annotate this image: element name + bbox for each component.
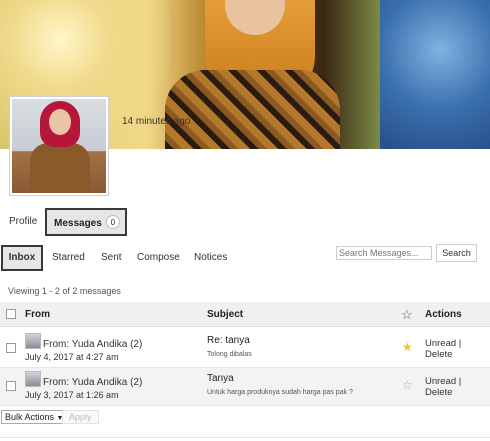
column-from: From bbox=[25, 309, 50, 320]
message-excerpt: Tolong dibalas bbox=[207, 351, 252, 358]
column-actions: Actions bbox=[425, 309, 462, 320]
star-filled-icon[interactable]: ★ bbox=[402, 341, 413, 353]
sender-name[interactable]: From: Yuda Andika (2) bbox=[43, 339, 142, 350]
table-row[interactable]: From: Yuda Andika (2) July 3, 2017 at 1:… bbox=[0, 368, 490, 406]
delete-link[interactable]: Delete bbox=[425, 387, 461, 398]
subnav-starred[interactable]: Starred bbox=[52, 245, 85, 271]
select-all-checkbox[interactable] bbox=[6, 309, 16, 319]
mark-unread-link[interactable]: Unread | bbox=[425, 376, 461, 387]
delete-link[interactable]: Delete bbox=[425, 349, 461, 360]
sender-name[interactable]: From: Yuda Andika (2) bbox=[43, 377, 142, 388]
sender-avatar[interactable] bbox=[25, 371, 41, 387]
search-messages-input[interactable] bbox=[336, 246, 432, 260]
bulk-actions-label: Bulk Actions bbox=[5, 412, 55, 422]
tab-profile[interactable]: Profile bbox=[9, 208, 37, 236]
divider bbox=[0, 437, 490, 438]
last-active-text: 14 minutes ago bbox=[122, 116, 191, 127]
pagination-count: Viewing 1 - 2 of 2 messages bbox=[8, 286, 121, 296]
message-excerpt: Untuk harga produknya sudah harga pas pa… bbox=[207, 389, 353, 396]
tab-messages-label: Messages bbox=[54, 218, 102, 229]
sender-avatar[interactable] bbox=[25, 333, 41, 349]
message-subject[interactable]: Re: tanya bbox=[207, 335, 250, 346]
message-subject[interactable]: Tanya bbox=[207, 373, 234, 384]
tab-messages[interactable]: Messages 0 bbox=[45, 208, 127, 236]
mark-unread-link[interactable]: Unread | bbox=[425, 338, 461, 349]
row-checkbox[interactable] bbox=[6, 381, 16, 391]
search-button[interactable]: Search bbox=[436, 244, 477, 262]
bulk-actions-select[interactable]: Bulk Actions ▼ bbox=[1, 410, 68, 424]
messages-count-badge: 0 bbox=[105, 215, 120, 229]
message-date: July 4, 2017 at 4:27 am bbox=[25, 352, 119, 362]
subnav-sent[interactable]: Sent bbox=[101, 245, 122, 271]
row-checkbox[interactable] bbox=[6, 343, 16, 353]
apply-button[interactable]: Apply bbox=[62, 410, 99, 424]
star-outline-icon[interactable]: ☆ bbox=[402, 379, 413, 391]
subnav-notices[interactable]: Notices bbox=[194, 245, 227, 271]
table-row[interactable]: From: Yuda Andika (2) July 4, 2017 at 4:… bbox=[0, 330, 490, 368]
column-subject: Subject bbox=[207, 309, 244, 320]
star-header-icon: ☆ bbox=[401, 307, 413, 322]
message-date: July 3, 2017 at 1:26 am bbox=[25, 390, 119, 400]
subnav-inbox[interactable]: Inbox bbox=[1, 245, 43, 271]
messages-table-header: From Subject ☆ Actions bbox=[0, 302, 490, 327]
subnav-compose[interactable]: Compose bbox=[137, 245, 180, 271]
profile-avatar[interactable] bbox=[9, 96, 109, 196]
